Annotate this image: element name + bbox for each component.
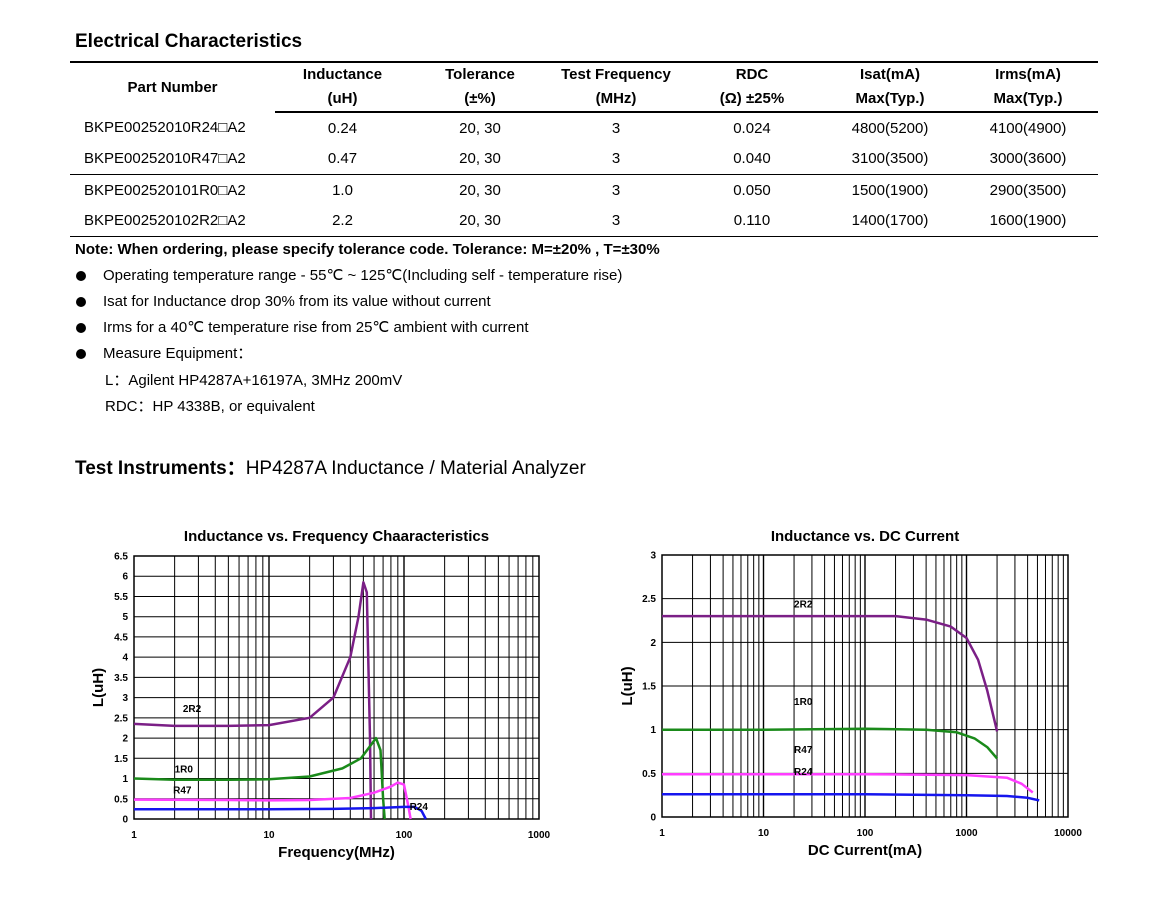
- x-tick-label: 1: [659, 828, 665, 839]
- y-tick-label: 0.5: [642, 769, 656, 780]
- series-label: R47: [794, 745, 813, 756]
- series-label: R24: [794, 767, 813, 778]
- series-line-2r2: [662, 614, 999, 732]
- y-tick-label: 2.5: [642, 594, 656, 605]
- x-axis-label: DC Current(mA): [808, 842, 922, 859]
- y-tick-label: 1: [650, 725, 656, 736]
- y-axis-label: L(uH): [619, 666, 636, 705]
- y-tick-label: 3: [650, 551, 656, 562]
- series-line-r24: [662, 793, 1040, 802]
- x-tick-label: 10000: [1054, 828, 1082, 839]
- x-tick-label: 10: [758, 828, 770, 839]
- x-tick-label: 100: [857, 828, 874, 839]
- series-label: 2R2: [794, 599, 813, 610]
- y-tick-label: 0: [650, 813, 656, 824]
- series-line-r47: [662, 772, 1034, 794]
- series-label: 1R0: [794, 697, 813, 708]
- y-tick-label: 1.5: [642, 682, 656, 693]
- series-line-1r0: [662, 727, 999, 760]
- inductance-dc-current-chart: 0 0.5 1 1.5 2 2.5 3 1 10 100 1000 10000 DC Current(m…: [619, 551, 1082, 860]
- y-tick-label: 2: [650, 638, 656, 649]
- x-tick-label: 1000: [955, 828, 978, 839]
